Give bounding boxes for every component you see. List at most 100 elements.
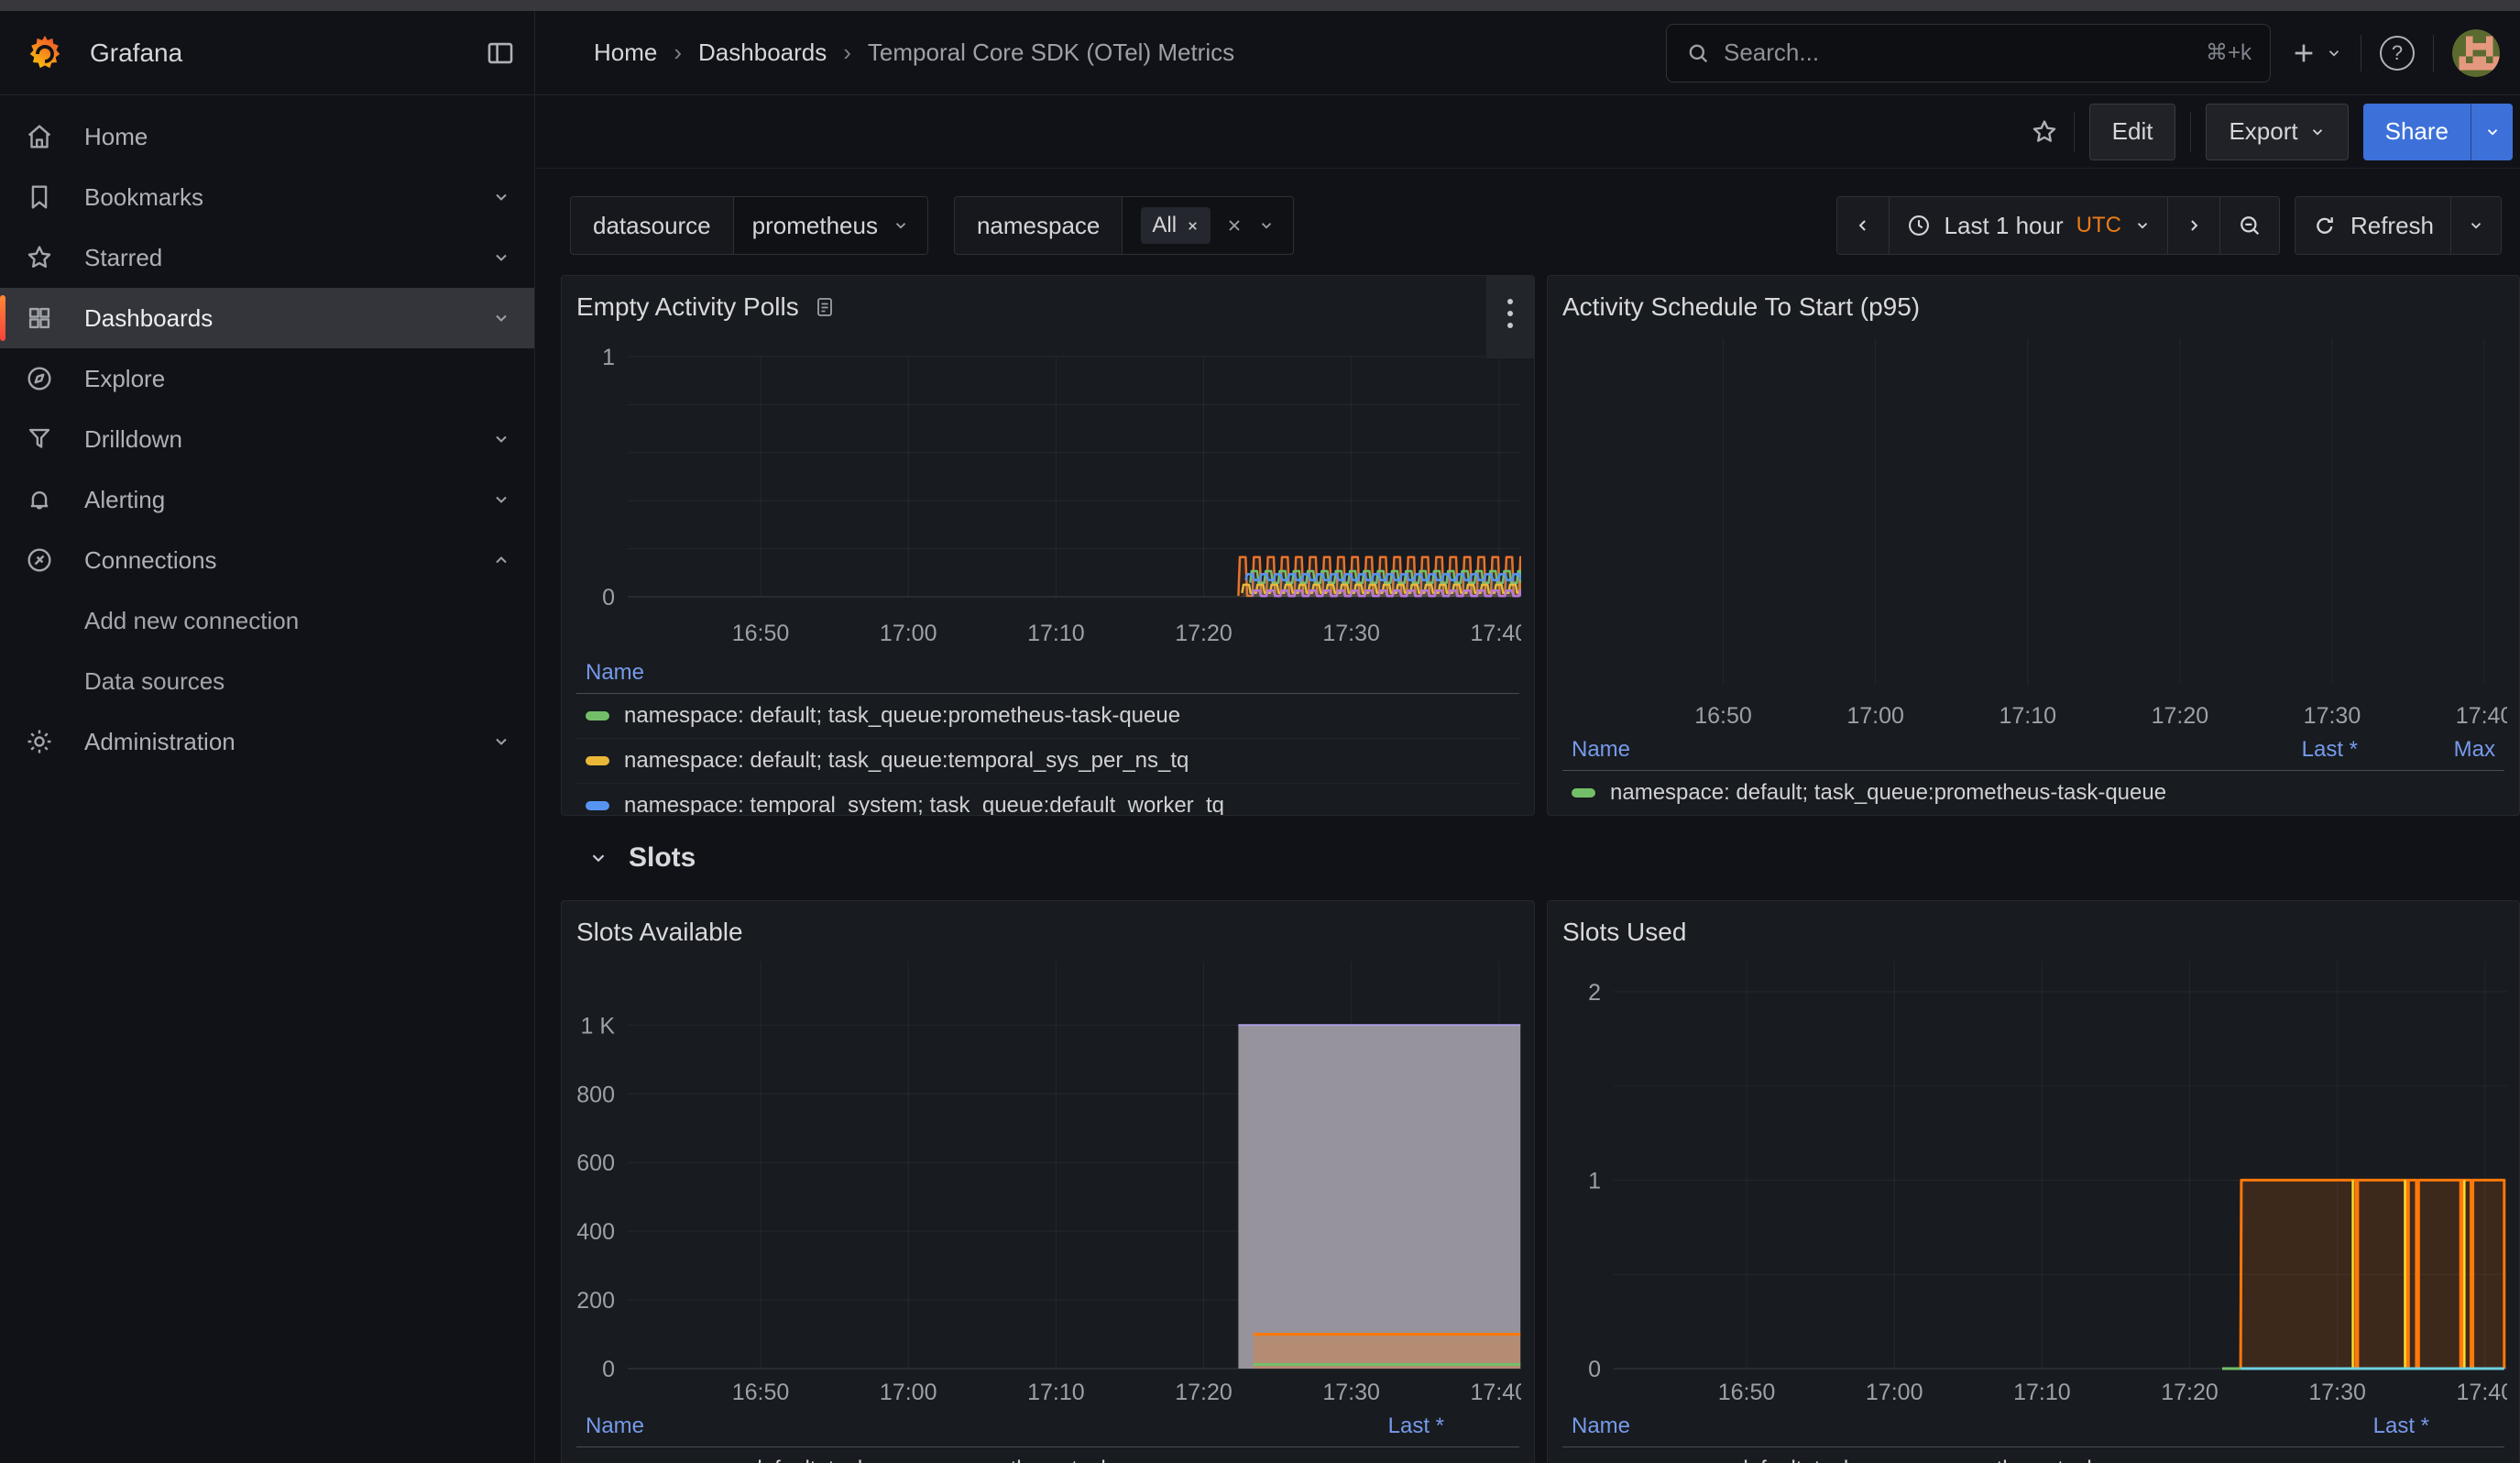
sidebar-item-administration[interactable]: Administration (0, 711, 534, 772)
legend-column-name[interactable]: Name (1572, 737, 2220, 763)
gear-icon (24, 726, 55, 757)
sidebar-item-label: Alerting (84, 486, 165, 514)
legend-column-max[interactable]: Max (2358, 737, 2495, 763)
datasource-value-text: prometheus (752, 212, 878, 240)
avatar[interactable] (2452, 29, 2500, 77)
series-label: namespace: temporal_system; task_queue:d… (624, 793, 1510, 816)
sidebar-item-label: Dashboards (84, 304, 213, 333)
breadcrumb-item-dashboards[interactable]: Dashboards (698, 38, 827, 67)
empty-activity-polls-chart[interactable]: 16:5017:0017:1017:2017:3017:4001 (576, 329, 1521, 652)
sidebar-toggle-icon[interactable] (485, 38, 516, 69)
chevron-down-icon (2309, 124, 2326, 140)
chevron-down-icon (2326, 45, 2342, 61)
refresh-icon (2312, 213, 2338, 238)
search-box[interactable]: ⌘+k (1666, 24, 2271, 82)
legend-column-last-[interactable]: Last * (1307, 1414, 1510, 1439)
legend-row[interactable]: namespace: default; task_queue:prometheu… (1562, 1447, 2504, 1463)
chevron-down-icon[interactable] (1258, 217, 1275, 234)
panel-slots-used: Slots Used 16:5017:0017:1017:2017:3017:4… (1547, 900, 2520, 1463)
svg-text:17:30: 17:30 (2308, 1380, 2366, 1405)
svg-text:1 K: 1 K (580, 1013, 615, 1039)
svg-text:2: 2 (1588, 980, 1601, 1006)
panel-description-icon[interactable] (814, 294, 836, 320)
kebab-icon (1507, 296, 1514, 333)
filters: datasource prometheus namespace All (570, 196, 1294, 255)
panel-title[interactable]: Empty Activity Polls (576, 292, 799, 322)
legend-column-name[interactable]: Name (1572, 1414, 2292, 1439)
slots-available-chart[interactable]: 16:5017:0017:1017:2017:3017:400200400600… (576, 954, 1521, 1405)
legend-header: NameLast *Max (1562, 729, 2504, 771)
svg-text:17:40: 17:40 (1471, 621, 1521, 646)
datasource-filter-value[interactable]: prometheus (734, 197, 927, 254)
slots-used-chart[interactable]: 16:5017:0017:1017:2017:3017:40012 (1562, 954, 2507, 1405)
svg-text:17:00: 17:00 (1846, 703, 1904, 729)
sidebar-item-alerting[interactable]: Alerting (0, 469, 534, 530)
legend-row[interactable]: namespace: default; task_queue:prometheu… (576, 694, 1519, 739)
sidebar: HomeBookmarksStarred Dashboards Explore Dri… (0, 95, 535, 1463)
panel-legend: NameLast *Maxnamespace: default; task_qu… (1562, 729, 2504, 816)
breadcrumb-item-home[interactable]: Home (594, 38, 657, 67)
svg-text:17:30: 17:30 (1322, 1380, 1380, 1405)
series-label: namespace: default; task_queue:prometheu… (1610, 1457, 2292, 1463)
legend-header: NameLast * (576, 1405, 1519, 1447)
panel-menu-button[interactable] (1486, 276, 1534, 358)
search-input[interactable] (1724, 38, 2193, 67)
panel-legend: Name namespace: default; task_queue:prome… (576, 652, 1519, 816)
legend-column-name[interactable]: Name (586, 1414, 1307, 1439)
edit-button[interactable]: Edit (2089, 104, 2176, 160)
chevron-down-icon (893, 217, 909, 234)
toolbar-divider (2074, 112, 2075, 152)
panel-title[interactable]: Slots Available (576, 918, 743, 947)
sidebar-item-explore[interactable]: Explore (0, 348, 534, 409)
sidebar-item-label: Explore (84, 365, 165, 393)
sidebar-item-data-sources[interactable]: Data sources (0, 651, 534, 711)
clear-filter-icon[interactable] (1225, 216, 1244, 235)
panel-title[interactable]: Slots Used (1562, 918, 1686, 947)
zoom-out-button[interactable] (2220, 197, 2279, 254)
time-range-picker[interactable]: Last 1 hour UTC (1890, 197, 2168, 254)
refresh-interval-button[interactable] (2451, 197, 2501, 254)
share-menu-button[interactable] (2471, 104, 2513, 160)
refresh-button[interactable]: Refresh (2295, 197, 2451, 254)
refresh-group: Refresh (2295, 196, 2502, 255)
time-forward-button[interactable] (2168, 197, 2220, 254)
svg-text:17:20: 17:20 (1175, 621, 1233, 646)
timezone-text: UTC (2076, 213, 2121, 238)
sidebar-item-starred[interactable]: Starred (0, 227, 534, 288)
breadcrumb-separator: › (674, 38, 682, 67)
namespace-chip[interactable]: All (1141, 207, 1211, 244)
legend-column-last-[interactable]: Last * (2220, 737, 2358, 763)
time-back-button[interactable] (1837, 197, 1890, 254)
window-top-strip (0, 0, 2520, 11)
panel-title[interactable]: Activity Schedule To Start (p95) (1562, 292, 1920, 322)
legend-column-name[interactable]: Name (586, 660, 1510, 686)
chevron-down-icon (492, 732, 510, 751)
sidebar-item-drilldown[interactable]: Drilldown (0, 409, 534, 469)
sidebar-item-connections[interactable]: Connections (0, 530, 534, 590)
share-button[interactable]: Share (2363, 104, 2471, 160)
sidebar-item-home[interactable]: Home (0, 106, 534, 167)
legend-row[interactable]: namespace: default; task_queue:prometheu… (1562, 771, 2504, 816)
sidebar-item-label: Drilldown (84, 425, 182, 454)
panel-legend: NameLast * namespace: default; task_queue… (1562, 1405, 2504, 1463)
plus-icon (2289, 38, 2318, 68)
help-icon[interactable]: ? (2380, 36, 2415, 71)
legend-row[interactable]: namespace: default; task_queue:prometheu… (576, 1447, 1519, 1463)
sidebar-item-add-new-connection[interactable]: Add new connection (0, 590, 534, 651)
sidebar-item-bookmarks[interactable]: Bookmarks (0, 167, 534, 227)
legend-row[interactable]: namespace: temporal_system; task_queue:d… (576, 784, 1519, 816)
clock-icon (1906, 213, 1932, 238)
section-slots[interactable]: Slots (561, 816, 2520, 900)
legend-column-last-[interactable]: Last * (2292, 1414, 2495, 1439)
new-button[interactable] (2289, 38, 2342, 68)
refresh-text: Refresh (2350, 212, 2434, 240)
export-button[interactable]: Export (2206, 104, 2348, 160)
activity-schedule-to-start-chart[interactable]: 16:5017:0017:1017:2017:3017:40 (1562, 329, 2507, 729)
legend-row[interactable]: namespace: default; task_queue:temporal_… (576, 739, 1519, 784)
star-dashboard-icon[interactable] (2030, 117, 2059, 147)
chevron-right-icon (2185, 216, 2203, 235)
series-label: namespace: default; task_queue:temporal_… (624, 748, 1510, 774)
grafana-logo[interactable] (24, 31, 66, 75)
sidebar-item-dashboards[interactable]: Dashboards (0, 288, 534, 348)
svg-text:200: 200 (576, 1288, 615, 1314)
